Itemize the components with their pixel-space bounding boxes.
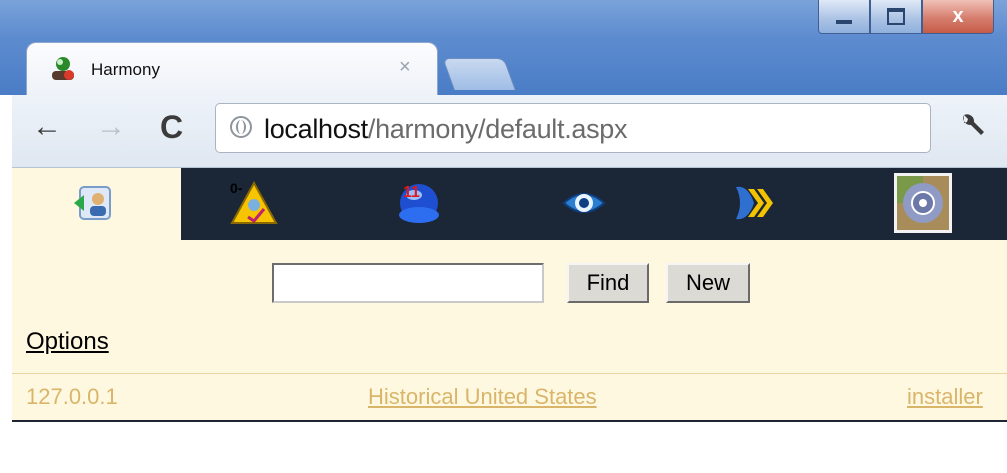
harmony-app-icon xyxy=(52,57,74,80)
app-icon-bar: 0- 11 xyxy=(12,168,1007,240)
forward-arrow-icon[interactable]: → xyxy=(96,109,126,145)
forward-chevrons-icon[interactable] xyxy=(732,179,780,227)
globe-icon xyxy=(230,116,252,138)
tab-harmony[interactable]: Harmony × xyxy=(26,42,438,96)
close-window-button[interactable]: x xyxy=(922,0,994,34)
wrench-icon[interactable] xyxy=(956,111,986,141)
options-link[interactable]: Options xyxy=(26,328,109,356)
ip-address: 127.0.0.1 xyxy=(26,384,118,409)
svg-text:0-: 0- xyxy=(230,180,243,196)
address-bar[interactable]: localhost/harmony/default.aspx ☆ xyxy=(215,103,931,153)
url-path: /harmony/default.aspx xyxy=(367,114,628,144)
status-bar: 127.0.0.1 Historical United States insta… xyxy=(12,374,1007,420)
new-tab-button[interactable] xyxy=(442,58,516,90)
region-link[interactable]: Historical United States xyxy=(368,384,597,410)
tasks-warning-icon[interactable]: 0- xyxy=(230,179,278,227)
browser-toolbar: ← → C localhost/harmony/default.aspx ☆ xyxy=(12,95,1007,168)
find-button[interactable]: Find xyxy=(567,263,649,303)
svg-text:11: 11 xyxy=(403,184,420,201)
minimize-icon xyxy=(836,19,852,24)
tab-title: Harmony xyxy=(91,60,160,79)
maximize-button[interactable] xyxy=(870,0,922,34)
content-area xyxy=(12,422,1007,473)
search-panel: Find New Options xyxy=(12,240,1007,373)
back-arrow-icon[interactable]: ← xyxy=(32,109,62,145)
address-book-icon[interactable] xyxy=(70,179,118,227)
browser-window: x Harmony × ← → C localhost/harmony/defa… xyxy=(0,0,1007,473)
url-text: localhost/harmony/default.aspx xyxy=(264,114,628,145)
watch-eye-icon[interactable] xyxy=(560,179,608,227)
tab-close-icon[interactable]: × xyxy=(399,56,411,79)
page-content: 0- 11 Find New Options 127.0.0.1 Histori… xyxy=(12,168,1007,473)
new-button[interactable]: New xyxy=(666,263,750,303)
user-link[interactable]: installer xyxy=(907,384,983,410)
reload-icon[interactable]: C xyxy=(160,109,183,145)
alerts-globe-icon[interactable]: 11 xyxy=(395,179,443,227)
close-icon: x xyxy=(952,5,964,27)
target-map-icon[interactable] xyxy=(894,173,952,233)
maximize-icon xyxy=(887,8,905,25)
minimize-button[interactable] xyxy=(818,0,870,34)
url-host: localhost xyxy=(264,114,368,144)
search-input[interactable] xyxy=(272,263,544,303)
